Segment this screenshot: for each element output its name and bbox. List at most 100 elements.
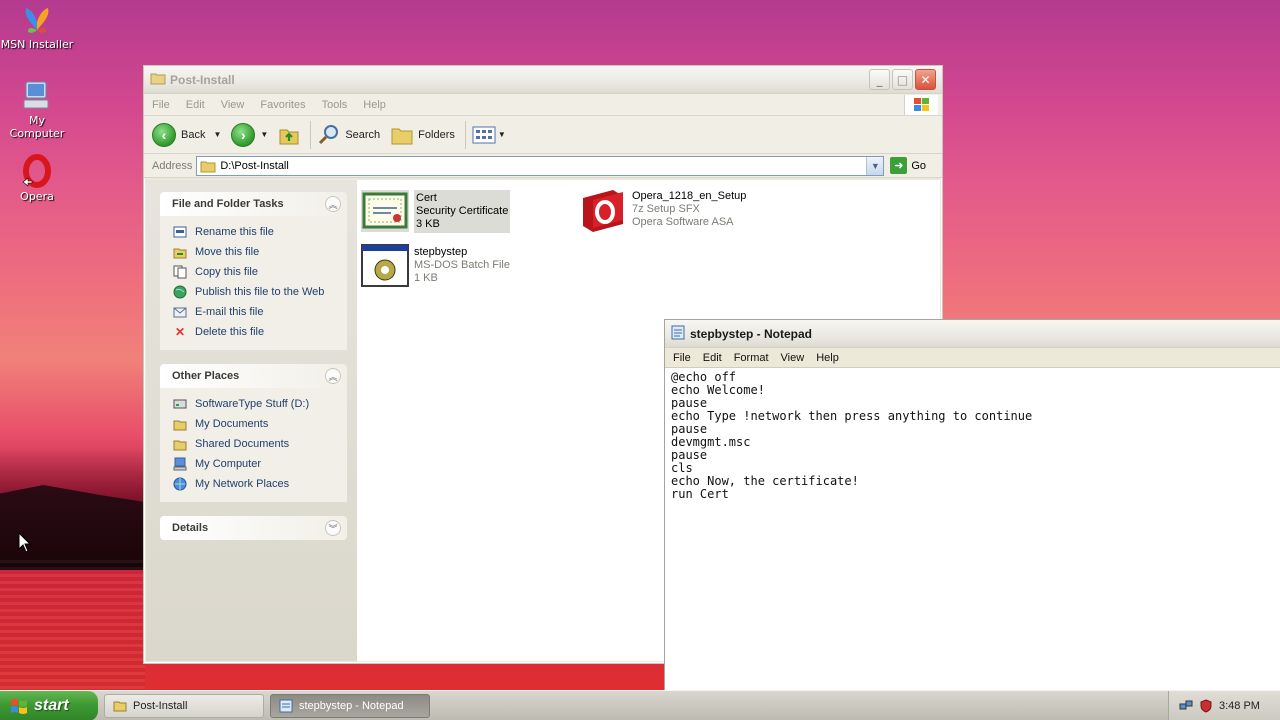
- taskbar-item-post-install[interactable]: Post-Install: [104, 693, 264, 718]
- task-move[interactable]: Move this file: [172, 242, 337, 262]
- forward-button[interactable]: › ▼: [231, 122, 268, 147]
- place-shared-documents[interactable]: Shared Documents: [172, 434, 337, 454]
- menu-edit[interactable]: Edit: [186, 99, 205, 111]
- expand-icon[interactable]: ︾: [325, 520, 341, 536]
- menu-view[interactable]: View: [221, 99, 245, 111]
- back-label: Back: [181, 128, 206, 141]
- place-my-computer[interactable]: My Computer: [172, 454, 337, 474]
- panel-body: SoftwareType Stuff (D:) My Documents Sha…: [160, 388, 347, 502]
- window-title: stepbystep - Notepad: [690, 326, 813, 341]
- panel-header[interactable]: File and Folder Tasks ︽: [160, 192, 347, 216]
- maximize-button[interactable]: □: [892, 69, 913, 90]
- batch-file-icon: [361, 244, 409, 287]
- toolbar-separator: [464, 120, 466, 149]
- go-button[interactable]: ➜ Go: [890, 157, 926, 174]
- network-tray-icon[interactable]: [1179, 699, 1193, 713]
- taskbar-item-notepad[interactable]: stepbystep - Notepad: [270, 693, 430, 718]
- desktop-icon-opera[interactable]: Opera: [0, 154, 74, 203]
- task-delete[interactable]: ✕ Delete this file: [172, 322, 337, 342]
- address-dropdown-button[interactable]: ▼: [866, 156, 884, 175]
- opera-icon: [20, 154, 54, 188]
- toolbar-separator: [310, 120, 312, 149]
- folders-icon: [391, 128, 413, 144]
- clock[interactable]: 3:48 PM: [1219, 700, 1260, 712]
- file-name: Opera_1218_en_Setup: [632, 190, 747, 202]
- envelope-icon: [172, 304, 188, 320]
- move-icon: [172, 244, 188, 260]
- windows-flag-icon: [11, 698, 27, 714]
- task-label: Move this file: [195, 246, 260, 258]
- certificate-icon: [361, 190, 409, 232]
- menu-tools[interactable]: Tools: [322, 99, 348, 111]
- place-drive-d[interactable]: SoftwareType Stuff (D:): [172, 394, 337, 414]
- security-shield-icon[interactable]: [1199, 699, 1213, 713]
- task-publish[interactable]: Publish this file to the Web: [172, 282, 337, 302]
- panel-header[interactable]: Other Places ︽: [160, 364, 347, 388]
- up-folder-button[interactable]: [278, 124, 300, 146]
- place-label: SoftwareType Stuff (D:): [195, 398, 310, 410]
- computer-icon: [20, 78, 54, 112]
- go-arrow-icon: ➜: [890, 157, 908, 174]
- file-item-cert[interactable]: Cert Security Certificate 3 KB: [361, 190, 511, 233]
- notepad-titlebar[interactable]: stepbystep - Notepad: [665, 320, 1280, 348]
- task-email[interactable]: E-mail this file: [172, 302, 337, 322]
- desktop-icon-msn-installer[interactable]: MSN Installer: [0, 2, 74, 51]
- collapse-icon[interactable]: ︽: [325, 196, 341, 212]
- address-input[interactable]: D:\Post-Install ▼: [196, 155, 885, 176]
- menu-file[interactable]: File: [152, 99, 170, 111]
- file-item-opera-setup[interactable]: Opera_1218_en_Setup 7z Setup SFX Opera S…: [579, 188, 746, 232]
- file-meta: stepbystep MS-DOS Batch File 1 KB: [414, 244, 510, 285]
- menu-format[interactable]: Format: [734, 352, 769, 364]
- explorer-titlebar[interactable]: Post-Install _ □ ✕: [144, 66, 942, 94]
- menu-help[interactable]: Help: [816, 352, 839, 364]
- menu-favorites[interactable]: Favorites: [260, 99, 305, 111]
- file-company: Opera Software ASA: [632, 216, 734, 228]
- place-my-documents[interactable]: My Documents: [172, 414, 337, 434]
- desktop-icon-label: My Computer: [9, 114, 65, 140]
- search-button[interactable]: Search: [317, 123, 380, 147]
- file-item-stepbystep[interactable]: stepbystep MS-DOS Batch File 1 KB: [361, 244, 510, 287]
- chevron-down-icon[interactable]: ▼: [260, 130, 268, 139]
- notepad-text-area[interactable]: @echo off echo Welcome! pause echo Type …: [665, 368, 1280, 504]
- search-icon: [319, 124, 339, 144]
- wallpaper-sea: [0, 560, 145, 690]
- explorer-toolbar: ‹ Back ▼ › ▼ Search Folders ▼: [144, 116, 942, 154]
- panel-title: Details: [172, 522, 209, 534]
- search-label: Search: [345, 128, 381, 141]
- menu-help[interactable]: Help: [363, 99, 386, 111]
- notepad-menubar: File Edit Format View Help: [665, 348, 1280, 368]
- back-arrow-icon: ‹: [152, 122, 176, 147]
- place-label: My Documents: [195, 418, 269, 430]
- file-meta: Opera_1218_en_Setup 7z Setup SFX Opera S…: [632, 188, 746, 229]
- file-name: stepbystep: [414, 246, 468, 258]
- taskbar-item-label: stepbystep - Notepad: [299, 699, 404, 712]
- desktop-icon-my-computer[interactable]: My Computer: [0, 78, 74, 140]
- chevron-down-icon[interactable]: ▼: [498, 130, 506, 139]
- folder-icon: [150, 71, 166, 88]
- chevron-down-icon[interactable]: ▼: [213, 130, 221, 139]
- notepad-icon: [279, 699, 293, 712]
- folders-button[interactable]: Folders: [390, 124, 455, 146]
- task-rename[interactable]: Rename this file: [172, 222, 337, 242]
- views-button[interactable]: ▼: [472, 125, 506, 145]
- collapse-icon[interactable]: ︽: [325, 368, 341, 384]
- system-tray: 3:48 PM: [1168, 691, 1280, 720]
- views-icon: [472, 126, 496, 143]
- notepad-icon: [671, 324, 685, 343]
- file-name: Cert: [416, 192, 437, 204]
- menu-view[interactable]: View: [781, 352, 805, 364]
- task-label: Rename this file: [195, 226, 274, 238]
- taskbar-item-label: Post-Install: [133, 699, 188, 712]
- close-button[interactable]: ✕: [915, 69, 936, 90]
- menu-edit[interactable]: Edit: [703, 352, 722, 364]
- back-button[interactable]: ‹ Back ▼: [152, 122, 221, 147]
- start-button[interactable]: start: [0, 690, 98, 720]
- menu-file[interactable]: File: [673, 352, 691, 364]
- taskbar: start Post-Install stepbystep - Notepad …: [0, 690, 1280, 720]
- panel-body: Rename this file Move this file Copy thi…: [160, 216, 347, 350]
- minimize-button[interactable]: _: [869, 69, 890, 90]
- task-copy[interactable]: Copy this file: [172, 262, 337, 282]
- panel-header[interactable]: Details ︾: [160, 516, 347, 540]
- place-my-network[interactable]: My Network Places: [172, 474, 337, 494]
- file-folder-tasks-panel: File and Folder Tasks ︽ Rename this file…: [160, 192, 347, 350]
